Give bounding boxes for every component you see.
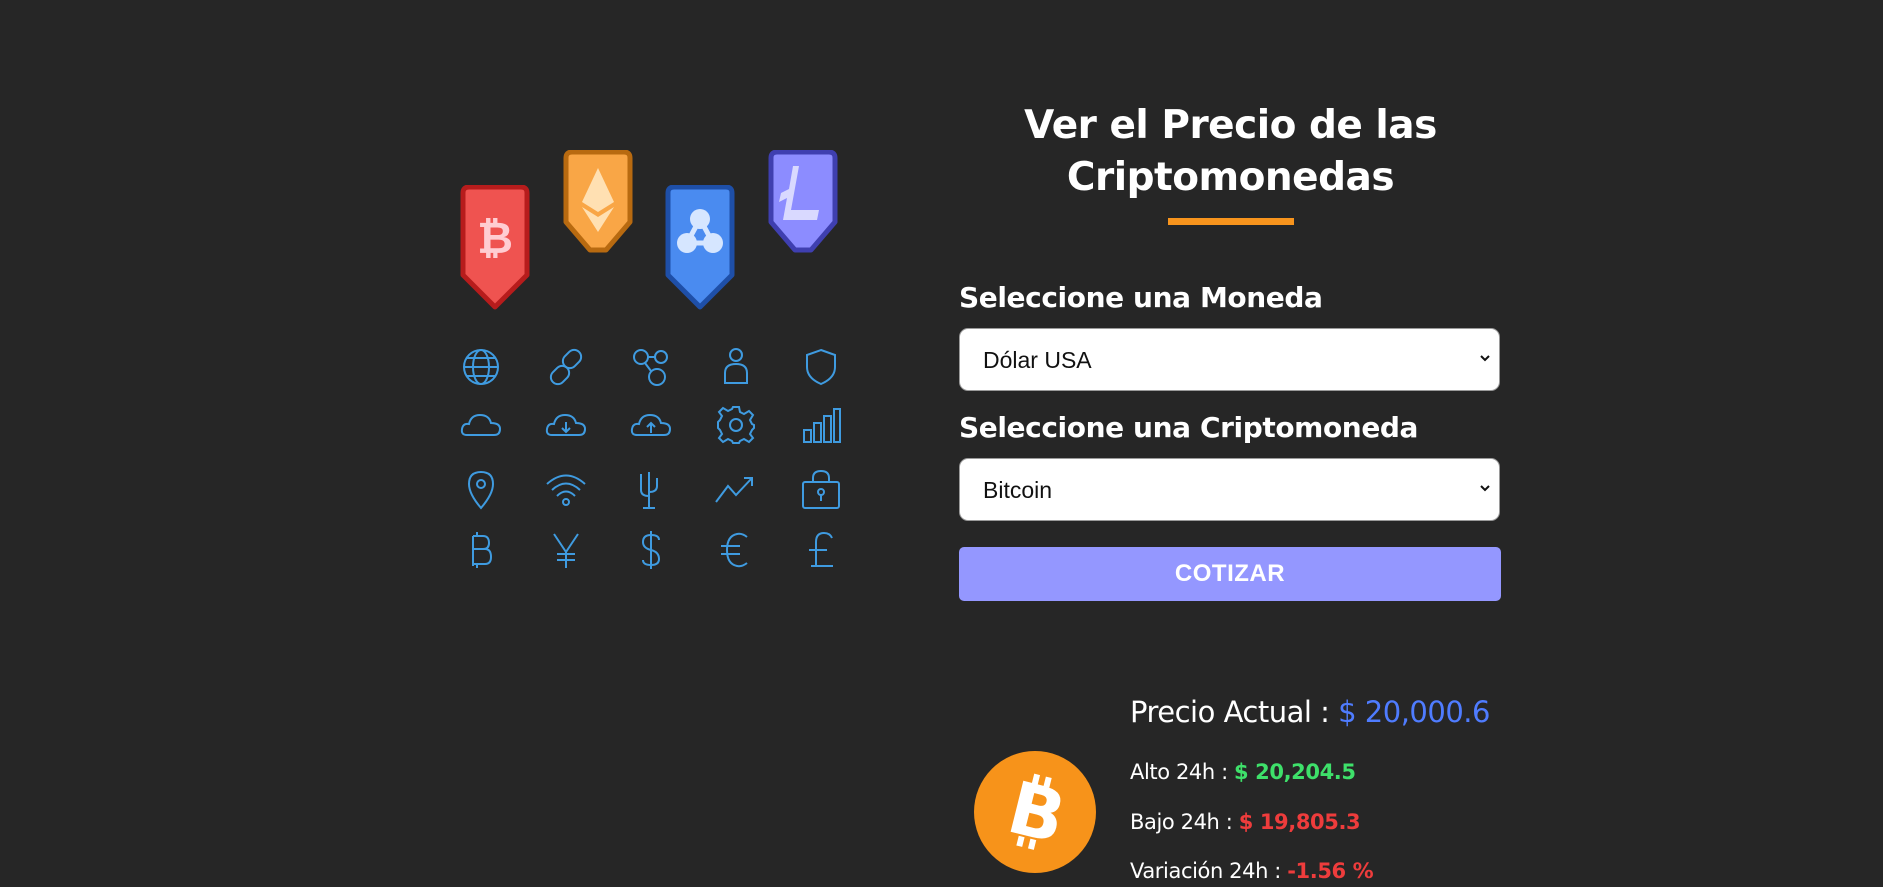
globe-icon [459, 345, 503, 389]
bitcoin-logo-icon: B [974, 751, 1096, 873]
current-price-value: $ 20,000.6 [1338, 695, 1490, 729]
crypto-label: Seleccione una Criptomoneda [959, 411, 1419, 444]
pound-icon [799, 528, 843, 572]
usb-icon [629, 468, 673, 512]
cloud-download-icon [544, 403, 588, 447]
chevron-down-icon [1480, 355, 1490, 362]
ripple-badge-icon [660, 184, 740, 325]
gear-icon [714, 403, 758, 447]
bar-chart-icon [799, 403, 843, 447]
yen-icon [544, 528, 588, 572]
network-nodes-icon [629, 345, 673, 389]
low-24h-label: Bajo 24h : [1130, 810, 1233, 834]
quote-result: B Precio Actual : $ 20,000.6 Alto 24h : … [973, 690, 1573, 887]
coin-badges: ₿ [455, 149, 855, 310]
quote-panel: Ver el Precio de las Criptomonedas Selec… [959, 100, 1502, 601]
change-24h: Variación 24h : -1.56 % [1130, 859, 1374, 883]
change-24h-value: -1.56 % [1287, 859, 1374, 883]
low-24h: Bajo 24h : $ 19,805.3 [1130, 810, 1361, 834]
dollar-icon [629, 528, 673, 572]
high-24h-value: $ 20,204.5 [1234, 760, 1356, 784]
crypto-select[interactable]: Bitcoin [959, 458, 1500, 521]
change-24h-label: Variación 24h : [1130, 859, 1281, 883]
currency-label: Seleccione una Moneda [959, 281, 1323, 314]
currency-select-value: Dólar USA [983, 347, 1092, 373]
current-price-label: Precio Actual : [1130, 695, 1330, 729]
bitcoin-icon [459, 528, 503, 572]
wifi-icon [544, 468, 588, 512]
high-24h-label: Alto 24h : [1130, 760, 1228, 784]
current-price: Precio Actual : $ 20,000.6 [1130, 695, 1490, 729]
euro-icon [714, 528, 758, 572]
location-pin-icon [459, 468, 503, 512]
crypto-illustration: ₿ [455, 149, 855, 600]
page-title: Ver el Precio de las Criptomonedas [959, 100, 1502, 204]
low-24h-value: $ 19,805.3 [1238, 810, 1361, 834]
cloud-icon [459, 403, 503, 447]
title-underline [1167, 218, 1294, 225]
svg-text:₿: ₿ [477, 213, 513, 264]
link-icon [544, 345, 588, 389]
page-title-line2: Criptomonedas [1066, 155, 1395, 200]
currency-select[interactable]: Dólar USA [959, 328, 1500, 391]
chevron-down-icon [1480, 485, 1490, 492]
shield-icon [799, 345, 843, 389]
crypto-select-value: Bitcoin [983, 477, 1053, 503]
lock-icon [799, 468, 843, 512]
page-title-line1: Ver el Precio de las [1024, 103, 1437, 148]
user-icon [714, 345, 758, 389]
ethereum-badge-icon [558, 149, 638, 290]
cotizar-button[interactable]: COTIZAR [959, 547, 1501, 601]
page: ₿ Ver el Precio de las Criptomonedas Sel… [0, 0, 1883, 887]
high-24h: Alto 24h : $ 20,204.5 [1130, 760, 1356, 784]
litecoin-badge-icon [763, 149, 843, 290]
icon-grid [455, 345, 855, 585]
trend-up-icon [714, 468, 758, 512]
bitcoin-badge-icon: ₿ [455, 184, 535, 325]
cloud-upload-icon [629, 403, 673, 447]
